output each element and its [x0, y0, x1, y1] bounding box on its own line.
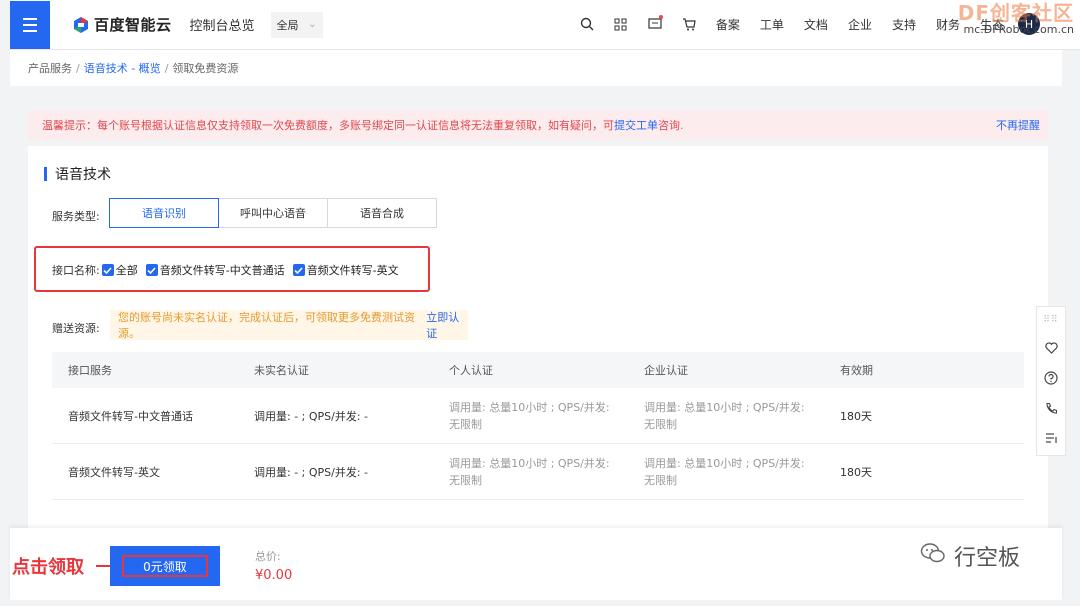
card-title: 语音技术 [44, 164, 111, 184]
list-icon[interactable] [1036, 423, 1066, 453]
total-price-value: ¥0.00 [255, 568, 293, 583]
scope-select[interactable]: 全局 ⌄ [270, 11, 323, 38]
card-title-text: 语音技术 [55, 167, 111, 183]
cell-enterprise: 调用量: 总量10小时 ; QPS/并发: 无限制 [644, 400, 805, 431]
cell-enterprise: 调用量: 总量10小时 ; QPS/并发: 无限制 [644, 456, 805, 487]
floating-toolbar: ⠿⠿ [1036, 306, 1066, 456]
claim-free-button[interactable]: 0元领取 [110, 546, 220, 586]
notice-text: 温馨提示：每个账号根据认证信息仅支持领取一次免费额度，多账号绑定同一认证信息将无… [42, 119, 614, 132]
checkbox-all[interactable]: 全部 [101, 262, 138, 278]
search-icon[interactable] [570, 17, 604, 31]
checkbox-english-label: 音频文件转写-英文 [306, 264, 399, 277]
checkbox-all-label: 全部 [115, 264, 138, 277]
nav-item-ticket[interactable]: 工单 [760, 16, 784, 33]
api-name-row: 接口名称: 全部 音频文件转写-中文普通话 音频文件转写-英文 [52, 262, 407, 278]
top-navigation-bar: 百度智能云 控制台总览 全局 ⌄ 备案 工单 文档 企业 支持 财务 生态 H … [10, 0, 1080, 50]
tab-speech-recognition[interactable]: 语音识别 [109, 198, 219, 228]
notice-banner: 温馨提示：每个账号根据认证信息仅支持领取一次免费额度，多账号绑定同一认证信息将无… [28, 110, 1048, 140]
nav-item-support[interactable]: 支持 [892, 16, 916, 33]
cloud-logo-icon [72, 16, 90, 34]
cart-icon[interactable] [672, 17, 706, 31]
breadcrumb-item-products[interactable]: 产品服务 [28, 60, 72, 76]
nav-item-filing[interactable]: 备案 [716, 16, 740, 33]
verification-tip-text: 您的账号尚未实名认证，完成认证后，可领取更多免费测试资源。 [118, 311, 415, 340]
nav-item-finance[interactable]: 财务 [936, 16, 960, 33]
breadcrumb-separator: / [164, 61, 169, 75]
help-icon[interactable] [1036, 363, 1066, 393]
header-api-service: 接口服务 [68, 364, 112, 377]
title-accent-bar [44, 167, 47, 181]
cell-personal: 调用量: 总量10小时 ; QPS/并发: 无限制 [449, 400, 610, 431]
table-header: 接口服务 未实名认证 个人认证 企业认证 有效期 [52, 352, 1024, 388]
watermark-sub: mc.DFRobot.com.cn [963, 23, 1074, 36]
header-validity: 有效期 [840, 364, 873, 377]
menu-toggle-button[interactable] [10, 0, 50, 49]
cell-validity: 180天 [840, 409, 872, 423]
breadcrumb-item-current: 领取免费资源 [172, 62, 239, 75]
breadcrumb-separator: / [76, 61, 80, 75]
checkbox-checked-icon[interactable] [292, 264, 305, 276]
verify-now-link[interactable]: 立即认证 [426, 309, 468, 341]
message-icon[interactable] [638, 14, 672, 31]
scope-select-value: 全局 [276, 18, 299, 32]
watermark-dfrobot: DF创客社区 mc.DFRobot.com.cn [958, 2, 1074, 36]
total-price-label: 总价: [255, 550, 281, 563]
cell-unverified: 调用量: - ; QPS/并发: - [254, 409, 369, 423]
tab-call-center-speech[interactable]: 呼叫中心语音 [218, 198, 328, 228]
checkbox-checked-icon[interactable] [101, 264, 114, 276]
main-content: 温馨提示：每个账号根据认证信息仅支持领取一次免费额度，多账号绑定同一认证信息将无… [10, 94, 1062, 531]
checkbox-checked-icon[interactable] [145, 264, 158, 276]
phone-icon[interactable] [1036, 393, 1066, 423]
watermark-unihiker: 行空板 [920, 540, 1020, 572]
tab-speech-synthesis[interactable]: 语音合成 [327, 198, 437, 228]
watermark-text: 行空板 [954, 546, 1021, 571]
checkbox-english-transcription[interactable]: 音频文件转写-英文 [292, 262, 399, 278]
dismiss-notice-link[interactable]: 不再提醒 [996, 117, 1040, 133]
nav-item-enterprise[interactable]: 企业 [848, 16, 872, 33]
cell-unverified: 调用量: - ; QPS/并发: - [254, 465, 369, 479]
submit-ticket-link[interactable]: 提交工单 [614, 117, 658, 133]
nav-item-docs[interactable]: 文档 [804, 16, 828, 33]
checkbox-mandarin-transcription[interactable]: 音频文件转写-中文普通话 [145, 262, 285, 278]
service-type-label: 服务类型: [52, 210, 100, 223]
wechat-icon [920, 542, 946, 570]
watermark-main: DF创客社区 [957, 1, 1074, 25]
heart-icon[interactable] [1036, 333, 1066, 363]
header-enterprise: 企业认证 [644, 363, 688, 377]
breadcrumb: 产品服务 / 语音技术 - 概览 / 领取免费资源 [10, 50, 1062, 86]
gift-resources-label: 赠送资源: [52, 322, 100, 335]
verification-tip: 您的账号尚未实名认证，完成认证后，可领取更多免费测试资源。 立即认证 [110, 310, 468, 340]
resource-table: 接口服务 未实名认证 个人认证 企业认证 有效期 音频文件转写-中文普通话 调用… [52, 352, 1024, 500]
service-type-tabs: 语音识别 呼叫中心语音 语音合成 [109, 198, 437, 228]
api-name-label: 接口名称: [52, 264, 100, 277]
grid-icon[interactable] [604, 18, 638, 31]
header-personal: 个人认证 [449, 363, 493, 377]
logo[interactable]: 百度智能云 [72, 14, 172, 35]
cell-api-service: 音频文件转写-中文普通话 [68, 409, 193, 423]
console-overview-link[interactable]: 控制台总览 [190, 15, 255, 34]
table-row: 音频文件转写-英文 调用量: - ; QPS/并发: - 调用量: 总量10小时… [52, 444, 1024, 500]
checkbox-mandarin-label: 音频文件转写-中文普通话 [159, 264, 285, 277]
claim-button-label: 0元领取 [122, 555, 208, 577]
header-unverified: 未实名认证 [254, 364, 309, 377]
cell-api-service: 音频文件转写-英文 [68, 465, 160, 479]
table-row: 音频文件转写-中文普通话 调用量: - ; QPS/并发: - 调用量: 总量1… [52, 388, 1024, 444]
notice-suffix: 咨询. [658, 119, 684, 132]
drag-handle-icon[interactable]: ⠿⠿ [1036, 307, 1066, 333]
breadcrumb-item-speech[interactable]: 语音技术 - 概览 [84, 60, 161, 76]
chevron-down-icon: ⌄ [308, 19, 317, 30]
logo-text: 百度智能云 [94, 16, 172, 34]
cell-personal: 调用量: 总量10小时 ; QPS/并发: 无限制 [449, 456, 610, 487]
claim-annotation: 点击领取 [12, 557, 84, 578]
cell-validity: 180天 [840, 465, 872, 479]
resource-card: 语音技术 服务类型: 语音识别 呼叫中心语音 语音合成 接口名称: 全部 音频文… [28, 146, 1048, 531]
